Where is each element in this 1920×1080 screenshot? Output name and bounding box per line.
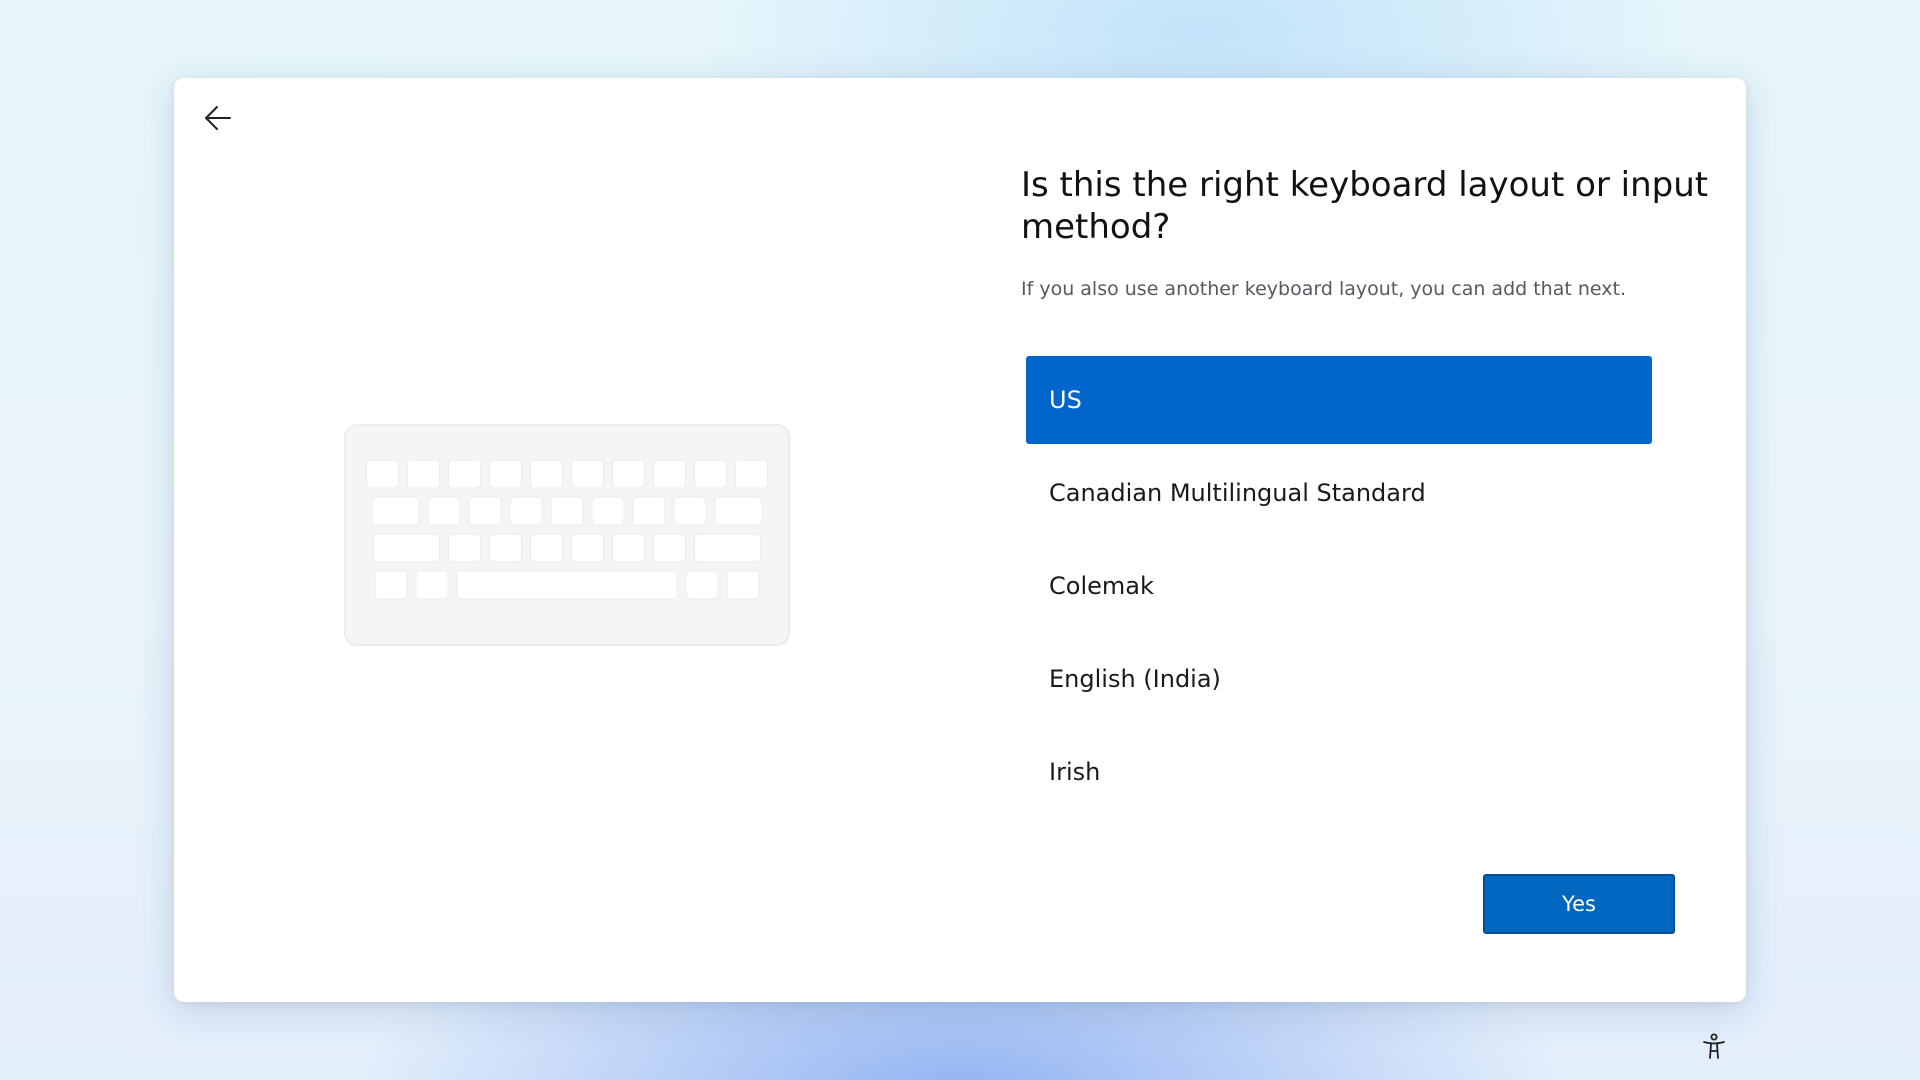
keyboard-key: [374, 570, 408, 600]
keyboard-key: [489, 533, 522, 563]
keyboard-key: [694, 459, 727, 489]
keyboard-key: [427, 496, 461, 526]
page-subtitle: If you also use another keyboard layout,…: [1021, 278, 1626, 300]
keyboard-icon: [344, 424, 790, 646]
keyboard-key: [407, 459, 440, 489]
accessibility-button[interactable]: [1698, 1030, 1730, 1062]
keyboard-key: [530, 533, 563, 563]
layout-option-us[interactable]: US: [1026, 356, 1652, 444]
keyboard-key: [550, 496, 584, 526]
keyboard-key: [530, 459, 563, 489]
keyboard-key: [373, 533, 440, 563]
keyboard-key: [685, 570, 719, 600]
layout-option-english-india[interactable]: English (India): [1026, 635, 1652, 723]
layout-option-colemak[interactable]: Colemak: [1026, 542, 1652, 630]
keyboard-key: [694, 533, 761, 563]
accessibility-icon: [1703, 1033, 1725, 1059]
keyboard-key: [571, 459, 604, 489]
keyboard-key: [571, 533, 604, 563]
keyboard-key: [653, 533, 686, 563]
keyboard-key: [632, 496, 666, 526]
keyboard-key: [726, 570, 760, 600]
layout-option-canadian-multilingual-standard[interactable]: Canadian Multilingual Standard: [1026, 449, 1652, 537]
keyboard-key: [509, 496, 543, 526]
keyboard-key: [612, 533, 645, 563]
page-title: Is this the right keyboard layout or inp…: [1021, 165, 1709, 247]
keyboard-key: [456, 570, 678, 600]
keyboard-key: [371, 496, 420, 526]
keyboard-key: [591, 496, 625, 526]
keyboard-key: [468, 496, 502, 526]
back-button[interactable]: [196, 96, 240, 140]
keyboard-key: [714, 496, 763, 526]
keyboard-key: [673, 496, 707, 526]
keyboard-key: [735, 459, 768, 489]
keyboard-key: [612, 459, 645, 489]
yes-button[interactable]: Yes: [1483, 874, 1675, 934]
keyboard-key: [448, 533, 481, 563]
arrow-left-icon: [205, 106, 231, 130]
layout-option-irish[interactable]: Irish: [1026, 728, 1652, 816]
keyboard-key: [366, 459, 399, 489]
keyboard-key: [448, 459, 481, 489]
keyboard-key: [653, 459, 686, 489]
setup-dialog: Is this the right keyboard layout or inp…: [174, 78, 1746, 1002]
keyboard-layout-list: US Canadian Multilingual Standard Colema…: [1026, 356, 1652, 821]
keyboard-key: [489, 459, 522, 489]
keyboard-key: [415, 570, 449, 600]
